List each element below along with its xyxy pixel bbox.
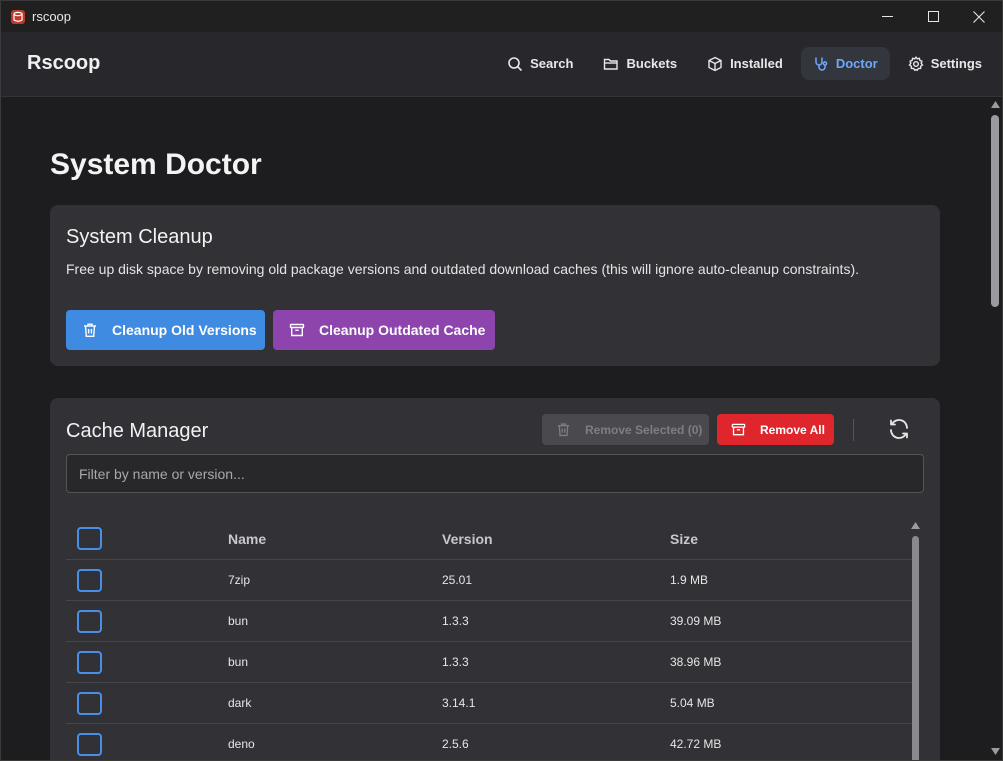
archive-icon	[289, 323, 305, 337]
archive-icon	[731, 423, 746, 436]
gear-icon	[908, 55, 924, 71]
refresh-button[interactable]	[886, 416, 912, 442]
cell-version: 1.3.3	[442, 655, 469, 669]
scroll-down-arrow-icon	[991, 748, 1000, 755]
cell-version: 25.01	[442, 573, 473, 587]
brand-title: Rscoop	[27, 52, 101, 74]
remove-selected-button[interactable]: Remove Selected (0)	[542, 414, 709, 445]
table-row[interactable]: dark 3.14.1 5.04 MB	[66, 683, 912, 724]
column-header-size[interactable]: Size	[670, 531, 698, 547]
table-row[interactable]: deno 2.5.6 42.72 MB	[66, 724, 912, 760]
toolbar-divider	[853, 419, 854, 441]
nav-settings-label: Settings	[930, 56, 982, 71]
cell-version: 1.3.3	[442, 614, 469, 628]
nav-settings[interactable]: Settings	[896, 47, 994, 80]
app-logo-icon	[11, 9, 25, 24]
cell-name: bun	[228, 655, 249, 669]
window-title: rscoop	[32, 9, 72, 24]
table-row[interactable]: 7zip 25.01 1.9 MB	[66, 560, 912, 601]
close-window-button[interactable]	[956, 1, 1002, 32]
nav-search-label: Search	[530, 56, 574, 71]
cleanup-outdated-cache-button[interactable]: Cleanup Outdated Cache	[273, 310, 495, 350]
cell-size: 1.9 MB	[670, 573, 709, 587]
nav-doctor[interactable]: Doctor	[800, 47, 890, 80]
page-title: System Doctor	[50, 148, 262, 181]
minimize-button[interactable]	[864, 1, 910, 32]
app-header: Rscoop Search Buckets Installed Doctor S…	[1, 32, 1002, 97]
system-cleanup-title: System Cleanup	[66, 226, 213, 248]
cell-size: 42.72 MB	[670, 737, 722, 751]
column-header-name[interactable]: Name	[228, 531, 266, 547]
cleanup-old-versions-label: Cleanup Old Versions	[112, 322, 257, 338]
main-scrollbar-thumb[interactable]	[991, 115, 999, 307]
cell-name: dark	[228, 696, 252, 710]
folder-icon	[604, 58, 619, 70]
app-window: rscoop Rscoop Search Buckets Installed D…	[0, 0, 1003, 761]
nav-doctor-label: Doctor	[835, 56, 878, 71]
scroll-up-arrow-icon	[991, 101, 1000, 108]
cache-manager-card: Cache Manager Remove Selected (0) Remove…	[50, 398, 940, 760]
row-checkbox[interactable]	[77, 568, 102, 592]
table-row[interactable]: bun 1.3.3 39.09 MB	[66, 601, 912, 642]
row-checkbox[interactable]	[77, 732, 102, 756]
table-scrollbar[interactable]	[911, 522, 920, 760]
stethoscope-icon	[815, 57, 828, 71]
select-all-checkbox[interactable]	[77, 527, 102, 550]
row-checkbox[interactable]	[77, 691, 102, 715]
trash-icon	[84, 323, 96, 337]
maximize-icon	[927, 11, 939, 22]
cell-name: deno	[228, 737, 255, 751]
cleanup-old-versions-button[interactable]: Cleanup Old Versions	[66, 310, 265, 350]
filter-input[interactable]: Filter by name or version...	[66, 454, 924, 493]
cell-version: 3.14.1	[442, 696, 476, 710]
cell-version: 2.5.6	[442, 737, 469, 751]
row-checkbox[interactable]	[77, 650, 102, 674]
remove-all-label: Remove All	[760, 422, 825, 437]
cache-manager-title: Cache Manager	[66, 420, 209, 442]
system-cleanup-description: Free up disk space by removing old packa…	[66, 261, 860, 277]
minimize-icon	[881, 16, 893, 17]
remove-all-button[interactable]: Remove All	[717, 414, 834, 445]
nav-buckets[interactable]: Buckets	[591, 47, 689, 80]
cell-size: 39.09 MB	[670, 614, 722, 628]
main-nav: Search Buckets Installed Doctor Settings	[495, 47, 994, 80]
search-icon	[508, 56, 523, 71]
nav-installed-label: Installed	[730, 56, 783, 71]
column-header-version[interactable]: Version	[442, 531, 493, 547]
system-cleanup-card: System Cleanup Free up disk space by rem…	[50, 205, 940, 366]
main-content: System Doctor System Cleanup Free up dis…	[1, 98, 1002, 760]
cache-table: Name Version Size 7zip 25.01 1.9 MB bun …	[66, 518, 912, 760]
main-scrollbar[interactable]	[989, 98, 1002, 760]
cleanup-outdated-cache-label: Cleanup Outdated Cache	[319, 322, 486, 338]
row-checkbox[interactable]	[77, 609, 102, 633]
cell-name: 7zip	[228, 573, 251, 587]
maximize-button[interactable]	[910, 1, 956, 32]
cell-size: 5.04 MB	[670, 696, 715, 710]
cell-size: 38.96 MB	[670, 655, 722, 669]
close-icon	[973, 10, 985, 23]
table-scrollbar-thumb[interactable]	[912, 536, 919, 760]
table-row[interactable]: bun 1.3.3 38.96 MB	[66, 642, 912, 683]
table-header-row: Name Version Size	[66, 518, 912, 560]
nav-search[interactable]: Search	[495, 47, 585, 80]
package-icon	[708, 56, 722, 71]
cell-name: bun	[228, 614, 249, 628]
scroll-up-arrow-icon	[911, 522, 920, 529]
nav-buckets-label: Buckets	[626, 56, 678, 71]
trash-icon	[557, 423, 570, 437]
nav-installed[interactable]: Installed	[695, 47, 795, 80]
remove-selected-label: Remove Selected (0)	[585, 422, 703, 437]
title-bar: rscoop	[1, 1, 1002, 32]
refresh-icon	[890, 419, 908, 439]
